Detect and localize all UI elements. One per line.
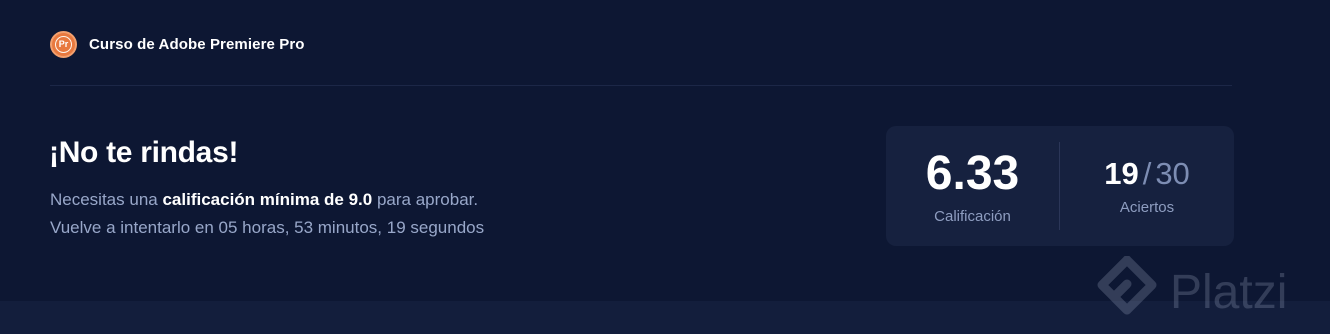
score-card: 6.33 Calificación 19/30 Aciertos	[886, 126, 1234, 246]
retry-countdown: Vuelve a intentarlo en 05 horas, 53 minu…	[50, 218, 485, 237]
result-description: Necesitas una calificación mínima de 9.0…	[50, 186, 484, 242]
course-title[interactable]: Curso de Adobe Premiere Pro	[89, 36, 305, 53]
header-divider	[50, 85, 1232, 86]
requirement-prefix: Necesitas una	[50, 190, 158, 209]
result-heading: ¡No te rindas!	[49, 136, 239, 169]
platzi-watermark: Platzi	[1096, 256, 1287, 328]
requirement-suffix: para aprobar.	[376, 190, 479, 209]
requirement-minimum-grade: calificación mínima de 9.0	[162, 190, 373, 209]
hits-value-row: 19/30	[1060, 156, 1234, 192]
hits-label: Aciertos	[1119, 199, 1175, 216]
requirement-line: Necesitas una calificación mínima de 9.0…	[50, 186, 484, 214]
hits-separator: /	[1142, 156, 1152, 191]
course-header: Pr Curso de Adobe Premiere Pro	[50, 30, 305, 58]
grade-value: 6.33	[925, 147, 1020, 200]
hits-correct: 19	[1104, 156, 1139, 191]
hits-block: 19/30 Aciertos	[1060, 156, 1234, 216]
hits-total: 30	[1155, 156, 1190, 191]
grade-label: Calificación	[934, 208, 1011, 225]
platzi-logo-icon	[1097, 256, 1157, 315]
course-badge-label: Pr	[55, 35, 72, 53]
premiere-pro-badge-icon: Pr	[50, 30, 77, 58]
watermark-text: Platzi	[1170, 265, 1288, 319]
grade-block: 6.33 Calificación	[886, 146, 1059, 225]
